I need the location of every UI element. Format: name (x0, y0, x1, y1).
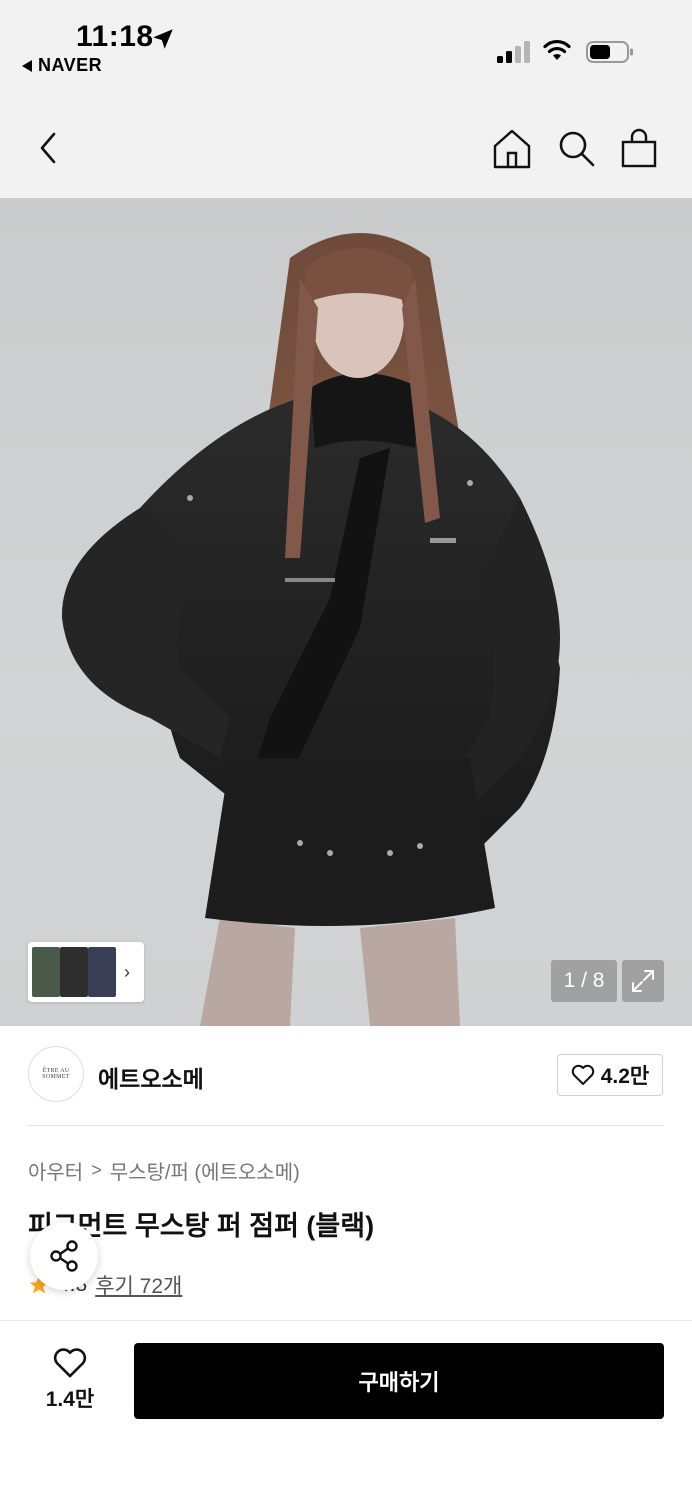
battery-icon (586, 41, 633, 63)
breadcrumb-item[interactable]: 무스탕/퍼 (에트오소메) (110, 1156, 300, 1185)
home-icon[interactable] (492, 128, 532, 170)
breadcrumb-item[interactable]: 아우터 (28, 1156, 83, 1185)
back-to-app-link[interactable]: NAVER (22, 55, 102, 76)
wifi-icon (543, 39, 571, 60)
status-bar: 11:18 NAVER (0, 0, 692, 98)
share-button[interactable] (30, 1222, 98, 1290)
search-icon[interactable] (556, 128, 596, 168)
product-photo (61, 233, 560, 1026)
location-arrow-icon (153, 29, 173, 49)
back-app-label: NAVER (38, 55, 103, 75)
chevron-left-icon[interactable] (34, 128, 66, 168)
expand-button[interactable] (622, 960, 664, 1002)
thumbnail-2[interactable] (60, 947, 88, 997)
brand-like-count: 4.2만 (600, 1065, 650, 1088)
brand-row: ÊTRE AU SOMMET 에트오소메 4.2만 (0, 1026, 692, 1126)
wishlist-count: 1.4만 (45, 1388, 95, 1411)
shopping-bag-icon[interactable] (620, 128, 658, 168)
signal-icon (497, 41, 530, 63)
image-page-counter: 1 / 8 (551, 960, 617, 1002)
status-time: 11:18 (76, 20, 154, 53)
breadcrumb: 아우터 > 무스탕/퍼 (에트오소메) (28, 1156, 300, 1185)
brand-logo[interactable]: ÊTRE AU SOMMET (28, 1046, 84, 1102)
breadcrumb-separator-icon: > (91, 1160, 102, 1180)
heart-outline-icon (571, 1064, 594, 1085)
thumbnail-3[interactable] (88, 947, 116, 997)
thumbnail-1[interactable] (32, 947, 60, 997)
chevron-right-icon: › (124, 961, 130, 982)
buy-button[interactable]: 구매하기 (134, 1343, 664, 1419)
top-nav (0, 98, 692, 198)
bottom-action-bar: 1.4만 구매하기 (0, 1320, 692, 1500)
back-triangle-icon (22, 59, 32, 72)
share-icon (50, 1240, 78, 1272)
brand-like-button[interactable]: 4.2만 (557, 1054, 663, 1096)
product-image-carousel[interactable]: › 1 / 8 (0, 198, 692, 1026)
expand-icon (632, 970, 654, 992)
brand-name[interactable]: 에트오소메 (98, 1060, 204, 1094)
heart-outline-icon (53, 1348, 87, 1378)
thumbnail-strip[interactable]: › (28, 942, 144, 1002)
review-count-link[interactable]: 후기 72개 (95, 1270, 182, 1300)
wishlist-button[interactable]: 1.4만 (30, 1347, 110, 1417)
divider (28, 1125, 664, 1126)
